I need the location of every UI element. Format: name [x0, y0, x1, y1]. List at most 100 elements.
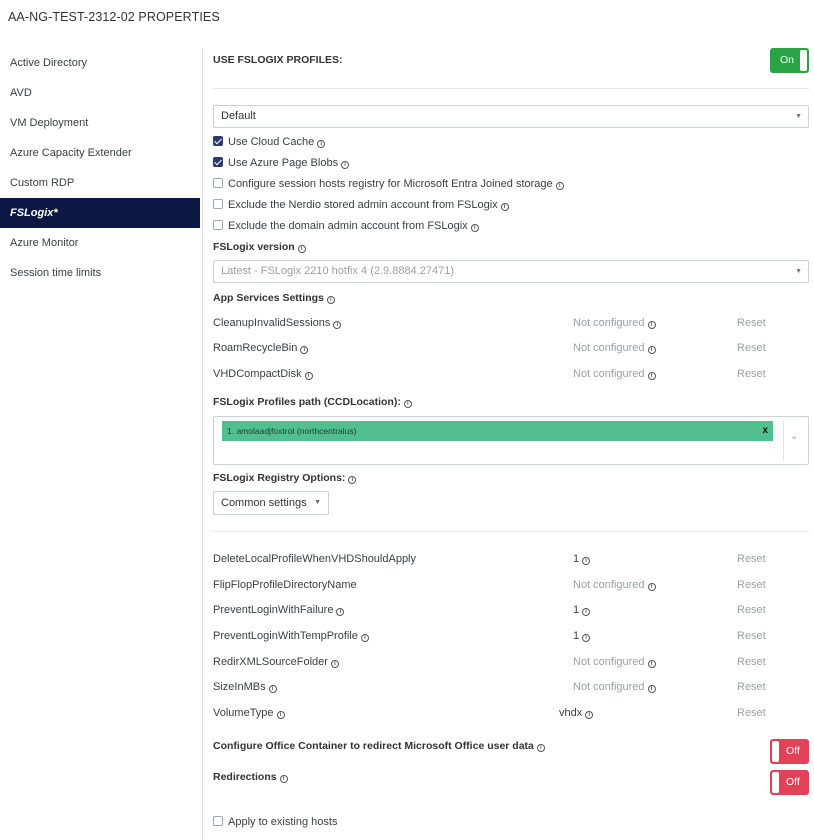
sidebar-divider [202, 48, 203, 840]
redirections-text: Redirections [213, 771, 277, 783]
info-icon[interactable]: i [297, 245, 306, 253]
info-icon[interactable]: i [500, 203, 509, 211]
info-icon[interactable]: i [341, 161, 350, 169]
setting-name-text: VolumeType [213, 707, 274, 719]
remove-x-icon[interactable]: x [762, 421, 768, 441]
setting-name: VHDCompactDisk i [213, 368, 313, 380]
checkbox-label: Exclude the domain admin account from FS… [228, 220, 468, 232]
setting-value-text: Not configured [573, 579, 645, 591]
info-icon[interactable]: i [336, 608, 345, 616]
setting-value: vhdx i [559, 707, 594, 719]
sidebar-item-custom-rdp[interactable]: Custom RDP [0, 168, 200, 198]
sidebar-item-active-directory[interactable]: Active Directory [0, 48, 200, 78]
setting-value: Not configured i [573, 656, 656, 668]
info-icon[interactable]: i [333, 321, 342, 329]
profiles-path-multiselect[interactable]: 1. amolaadjfoxtrot (northcentralus) x ⌄ [213, 416, 809, 465]
info-icon[interactable]: i [360, 634, 369, 642]
info-icon[interactable]: i [536, 744, 545, 752]
chevron-down-icon[interactable]: ⌄ [790, 431, 798, 442]
sidebar-item-azure-capacity-extender[interactable]: Azure Capacity Extender [0, 138, 200, 168]
redirections-toggle[interactable]: Off [770, 770, 809, 795]
sidebar-item-vm-deployment[interactable]: VM Deployment [0, 108, 200, 138]
info-icon[interactable]: i [348, 476, 357, 484]
app-setting-row: VHDCompactDisk i Not configured i Reset [213, 368, 809, 384]
checkbox-entra-registry[interactable] [213, 178, 223, 188]
reset-link[interactable]: Reset [737, 368, 766, 380]
checkbox-row-cloud-cache[interactable]: Use Cloud Cache i [213, 136, 326, 150]
info-icon[interactable]: i [279, 775, 288, 783]
info-icon[interactable]: i [647, 583, 656, 591]
setting-value-text: Not configured [573, 656, 645, 668]
info-icon[interactable]: i [300, 346, 309, 354]
checkbox-apply-existing[interactable] [213, 816, 223, 826]
info-icon[interactable]: i [304, 372, 313, 380]
setting-name: DeleteLocalProfileWhenVHDShouldApply [213, 553, 417, 565]
info-icon[interactable]: i [585, 711, 594, 719]
info-icon[interactable]: i [582, 634, 591, 642]
reset-link[interactable]: Reset [737, 656, 766, 668]
caret-down-icon: ▼ [314, 499, 321, 506]
setting-name: RoamRecycleBin i [213, 342, 309, 354]
registry-setting-row: RedirXMLSourceFolder i Not configured i Re… [213, 656, 809, 672]
caret-down-icon: ▼ [795, 268, 802, 275]
info-icon[interactable]: i [268, 685, 277, 693]
registry-options-select[interactable]: Common settings ▼ [213, 491, 329, 515]
setting-value: 1i [573, 604, 591, 616]
app-services-label: App Services Settings i [213, 292, 335, 304]
info-icon[interactable]: i [330, 660, 339, 668]
info-icon[interactable]: i [647, 685, 656, 693]
registry-setting-row: PreventLoginWithFailure i 1i Reset [213, 604, 809, 620]
setting-name: VolumeType i [213, 707, 285, 719]
checkbox-row-apply-existing[interactable]: Apply to existing hosts [213, 816, 337, 830]
checkbox-label: Exclude the Nerdio stored admin account … [228, 199, 498, 211]
reset-link[interactable]: Reset [737, 553, 766, 565]
sidebar-item-azure-monitor[interactable]: Azure Monitor [0, 228, 200, 258]
profiles-path-text: FSLogix Profiles path (CCDLocation): [213, 396, 401, 408]
info-icon[interactable]: i [582, 608, 591, 616]
info-icon[interactable]: i [470, 224, 479, 232]
reset-link[interactable]: Reset [737, 342, 766, 354]
setting-value-text: Not configured [573, 368, 645, 380]
checkbox-cloud-cache[interactable] [213, 136, 223, 146]
checkbox-row-page-blobs[interactable]: Use Azure Page Blobs i [213, 157, 350, 171]
info-icon[interactable]: i [647, 346, 656, 354]
checkbox-page-blobs[interactable] [213, 157, 223, 167]
info-icon[interactable]: i [317, 140, 326, 148]
reset-link[interactable]: Reset [737, 681, 766, 693]
sidebar-item-fslogix[interactable]: FSLogix* [0, 198, 200, 228]
fslogix-version-select[interactable]: Latest - FSLogix 2210 hotfix 4 (2.9.8884… [213, 260, 809, 283]
reset-link[interactable]: Reset [737, 317, 766, 329]
info-icon[interactable]: i [647, 321, 656, 329]
profile-type-select[interactable]: Default ▼ [213, 105, 809, 128]
info-icon[interactable]: i [403, 400, 412, 408]
use-fslogix-toggle[interactable]: On [770, 48, 809, 73]
setting-value: 1i [573, 630, 591, 642]
info-icon[interactable]: i [326, 296, 335, 304]
setting-value-text: 1 [573, 604, 580, 616]
reset-link[interactable]: Reset [737, 630, 766, 642]
info-icon[interactable]: i [647, 372, 656, 380]
setting-name: SizeInMBs i [213, 681, 277, 693]
reset-link[interactable]: Reset [737, 579, 766, 591]
setting-value-text: Not configured [573, 681, 645, 693]
checkbox-row-exclude-nerdio-admin[interactable]: Exclude the Nerdio stored admin account … [213, 199, 509, 213]
setting-name-text: RedirXMLSourceFolder [213, 656, 328, 668]
checkbox-row-exclude-domain-admin[interactable]: Exclude the domain admin account from FS… [213, 220, 479, 234]
sidebar-item-avd[interactable]: AVD [0, 78, 200, 108]
checkbox-exclude-nerdio-admin[interactable] [213, 199, 223, 209]
checkbox-exclude-domain-admin[interactable] [213, 220, 223, 230]
checkbox-row-entra-registry[interactable]: Configure session hosts registry for Mic… [213, 178, 564, 192]
profiles-path-tag[interactable]: 1. amolaadjfoxtrot (northcentralus) x [222, 421, 773, 441]
info-icon[interactable]: i [555, 182, 564, 190]
info-icon[interactable]: i [647, 660, 656, 668]
registry-options-text: FSLogix Registry Options: [213, 472, 346, 484]
info-icon[interactable]: i [276, 711, 285, 719]
reset-link[interactable]: Reset [737, 707, 766, 719]
reset-link[interactable]: Reset [737, 604, 766, 616]
setting-name-text: CleanupInvalidSessions [213, 317, 331, 329]
registry-setting-row: PreventLoginWithTempProfile i 1i Reset [213, 630, 809, 646]
sidebar-item-session-time-limits[interactable]: Session time limits [0, 258, 200, 288]
info-icon[interactable]: i [582, 557, 591, 565]
app-services-text: App Services Settings [213, 292, 324, 304]
office-container-toggle[interactable]: Off [770, 739, 809, 764]
